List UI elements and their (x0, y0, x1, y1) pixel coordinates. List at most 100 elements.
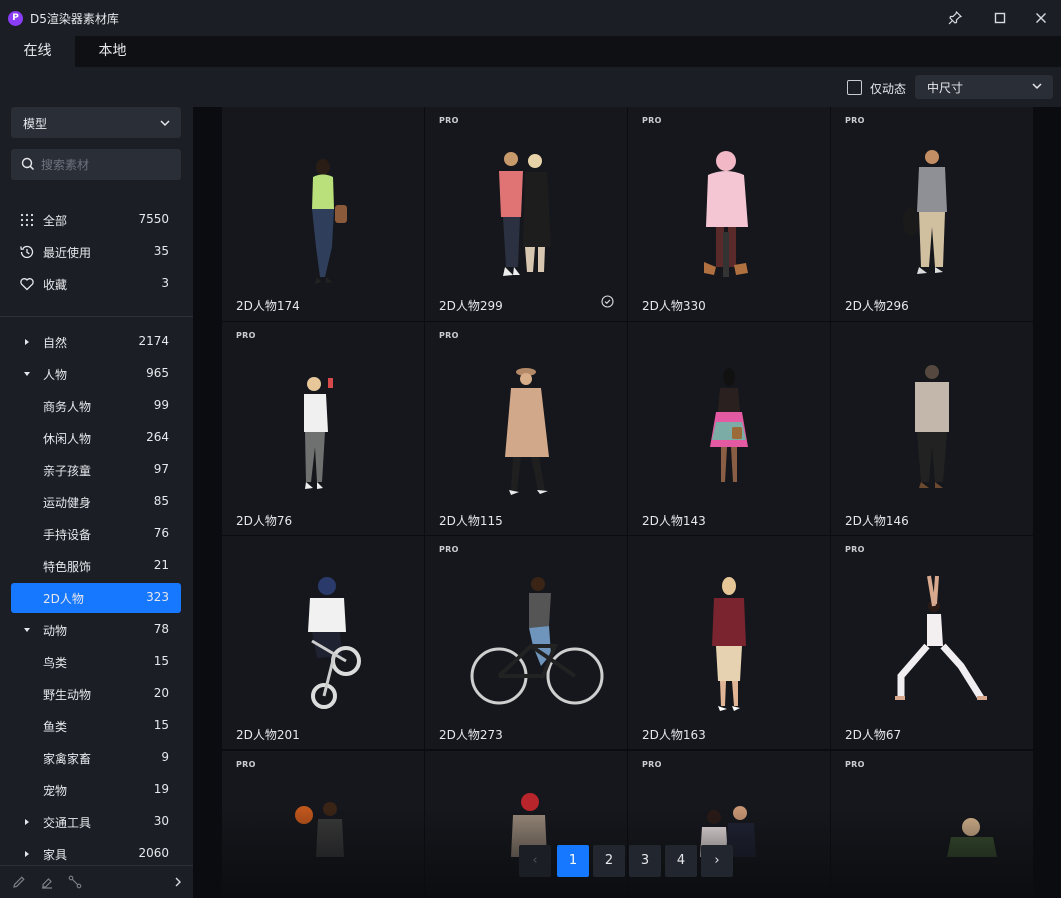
category-label: 人物 (43, 368, 68, 382)
page-2-button[interactable]: 2 (593, 845, 625, 877)
asset-card[interactable]: PRO (222, 751, 424, 898)
history-icon (20, 245, 34, 259)
sidebar-item-count: 7550 (138, 212, 169, 226)
page-4-button[interactable]: 4 (665, 845, 697, 877)
eraser-icon[interactable] (40, 875, 54, 889)
asset-card[interactable]: 2D人物174 (222, 107, 424, 321)
asset-card[interactable]: 2D人物143 (628, 322, 830, 535)
close-button[interactable] (1030, 7, 1052, 29)
asset-card[interactable]: 2D人物163 (628, 536, 830, 749)
person-thumbnail (704, 151, 748, 277)
category-count: 21 (153, 558, 169, 572)
category-label: 运动健身 (43, 496, 92, 510)
chevron-down-icon (160, 120, 170, 127)
page-3-button[interactable]: 3 (629, 845, 661, 877)
category-count: 9 (161, 750, 169, 764)
d5-logo-icon: P (8, 11, 23, 26)
pin-icon (948, 11, 962, 25)
caret-right-icon[interactable] (23, 338, 31, 346)
asset-name: 2D人物163 (642, 728, 706, 742)
sidebar-item-count: 3 (161, 276, 169, 290)
subcategory-item[interactable]: 商务人物 99 (11, 391, 181, 421)
category-item[interactable]: 交通工具 30 (11, 807, 181, 837)
sidebar-item-count: 35 (153, 244, 169, 258)
category-label: 鱼类 (43, 720, 68, 734)
animated-only-checkbox[interactable] (847, 80, 862, 95)
asset-card[interactable]: PRO 2D人物115 (425, 322, 627, 535)
asset-card[interactable]: PRO 2D人物296 (831, 107, 1033, 321)
asset-name: 2D人物143 (642, 514, 706, 528)
next-page-button[interactable]: › (701, 845, 733, 877)
caret-down-icon[interactable] (23, 626, 31, 634)
subcategory-item[interactable]: 家禽家畜 9 (11, 743, 181, 773)
subcategory-item[interactable]: 休闲人物 264 (11, 423, 181, 453)
subcategory-item[interactable]: 宠物 19 (11, 775, 181, 805)
subcategory-item[interactable]: 运动健身 85 (11, 487, 181, 517)
category-label: 家禽家畜 (43, 752, 92, 766)
category-count: 78 (153, 622, 169, 636)
asset-card[interactable]: PRO 2D人物273 (425, 536, 627, 749)
window-title: D5渲染器素材库 (30, 12, 119, 26)
category-item[interactable]: 动物 78 (11, 615, 181, 645)
asset-card[interactable]: 2D人物146 (831, 322, 1033, 535)
category-item[interactable]: 自然 2174 (11, 327, 181, 357)
thumbnail-size-select[interactable]: 中尺寸 (915, 75, 1053, 99)
caret-down-icon[interactable] (23, 370, 31, 378)
subcategory-item[interactable]: 鸟类 15 (11, 647, 181, 677)
person-thumbnail (915, 365, 949, 488)
person-thumbnail (895, 575, 987, 700)
asset-card[interactable]: PRO 2D人物67 (831, 536, 1033, 749)
person-thumbnail (499, 152, 551, 276)
asset-card[interactable]: PRO 2D人物330 (628, 107, 830, 321)
asset-name: 2D人物146 (845, 514, 909, 528)
asset-card[interactable]: 2D人物201 (222, 536, 424, 749)
subcategory-item[interactable]: 鱼类 15 (11, 711, 181, 741)
chevron-right-icon[interactable] (172, 875, 184, 889)
sidebar-item-label: 收藏 (43, 278, 68, 292)
subcategory-item[interactable]: 手持设备 76 (11, 519, 181, 549)
asset-name: 2D人物115 (439, 514, 503, 528)
person-thumbnail (947, 818, 997, 857)
caret-right-icon[interactable] (23, 818, 31, 826)
path-nodes-icon[interactable] (68, 875, 82, 889)
category-item[interactable]: 人物 965 (11, 359, 181, 389)
pro-badge: PRO (845, 116, 865, 125)
subcategory-item[interactable]: 亲子孩童 97 (11, 455, 181, 485)
asset-name: 2D人物201 (236, 728, 300, 742)
search-input[interactable] (41, 155, 171, 174)
category-label: 野生动物 (43, 688, 92, 702)
pro-badge: PRO (236, 331, 256, 340)
category-count: 20 (153, 686, 169, 700)
sidebar-footer-tools (0, 865, 193, 898)
maximize-button[interactable] (989, 7, 1011, 29)
source-tabs: 在线 本地 (0, 36, 1061, 67)
person-thumbnail (710, 368, 748, 482)
subcategory-item[interactable]: 特色服饰 21 (11, 551, 181, 581)
category-count: 15 (153, 718, 169, 732)
asset-card[interactable]: PRO 2D人物76 (222, 322, 424, 535)
search-box (11, 149, 181, 180)
sidebar-item-label: 最近使用 (43, 246, 92, 260)
tab-local[interactable]: 本地 (75, 36, 150, 67)
prev-page-button[interactable]: ‹ (519, 845, 551, 877)
asset-type-select[interactable]: 模型 (11, 107, 181, 138)
asset-name: 2D人物273 (439, 728, 503, 742)
subcategory-item[interactable]: 野生动物 20 (11, 679, 181, 709)
asset-card[interactable]: PRO (831, 751, 1033, 898)
sidebar-item-all[interactable]: 全部 7550 (11, 205, 181, 235)
page-1-button[interactable]: 1 (557, 845, 589, 877)
pencil-icon[interactable] (12, 875, 26, 889)
category-label: 鸟类 (43, 656, 68, 670)
subcategory-item[interactable]: 2D人物 323 (11, 583, 181, 613)
chevron-down-icon (1032, 83, 1042, 90)
search-icon (21, 157, 35, 171)
asset-card[interactable]: PRO 2D人物299 (425, 107, 627, 321)
person-thumbnail (312, 159, 347, 284)
person-thumbnail (295, 802, 344, 857)
tab-online[interactable]: 在线 (0, 36, 75, 67)
sidebar-item-favorites[interactable]: 收藏 3 (11, 269, 181, 299)
caret-right-icon[interactable] (23, 850, 31, 858)
sidebar-item-recent[interactable]: 最近使用 35 (11, 237, 181, 267)
pro-badge: PRO (439, 116, 459, 125)
pin-button[interactable] (944, 7, 966, 29)
